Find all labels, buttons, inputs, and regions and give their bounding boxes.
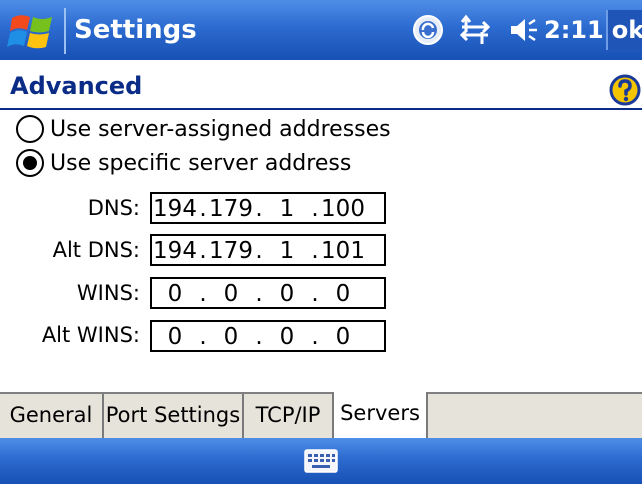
octet-separator: . [255,196,263,222]
keyboard-icon[interactable] [304,448,338,474]
alt-dns-octet-2[interactable]: 179 [208,238,254,264]
radio-server-assigned[interactable]: Use server-assigned addresses [16,112,391,146]
alt-dns-field[interactable]: 194 . 179 . 1 . 101 [150,234,386,266]
radio-label: Use server-assigned addresses [50,116,391,142]
tab-tcp-ip[interactable]: TCP/IP [244,394,334,438]
tab-bar: General Port Settings TCP/IP Servers [0,392,642,440]
alt-dns-label: Alt DNS: [52,238,140,262]
tab-servers[interactable]: Servers [332,392,428,440]
speaker-icon[interactable] [508,14,540,46]
alt-wins-octet-2[interactable]: 0 [208,324,254,350]
octet-separator: . [255,324,263,350]
alt-wins-field[interactable]: 0 . 0 . 0 . 0 [150,320,386,352]
dns-octet-1[interactable]: 194 [152,196,198,222]
page-title: Advanced [10,72,143,100]
dns-octet-2[interactable]: 179 [208,196,254,222]
title-separator [64,8,66,54]
alt-dns-octet-4[interactable]: 101 [320,238,366,264]
octet-separator: . [199,238,207,264]
octet-separator: . [199,281,207,307]
octet-separator: . [255,238,263,264]
app-title: Settings [74,15,197,45]
dns-field[interactable]: 194 . 179 . 1 . 100 [150,192,386,224]
ok-button[interactable]: ok [606,10,642,50]
wins-octet-3[interactable]: 0 [264,281,310,307]
help-icon[interactable] [609,74,641,106]
radio-button[interactable] [16,115,44,143]
alt-wins-octet-1[interactable]: 0 [152,324,198,350]
clock[interactable]: 2:11 [544,14,604,46]
octet-separator: . [311,324,319,350]
header-divider [0,108,642,110]
radio-label: Use specific server address [50,150,352,176]
alt-dns-octet-3[interactable]: 1 [264,238,310,264]
dns-octet-4[interactable]: 100 [320,196,366,222]
radio-button[interactable] [16,149,44,177]
page-header: Advanced [0,60,642,110]
alt-wins-label: Alt WINS: [41,323,140,347]
menu-bar [0,438,642,484]
wins-octet-2[interactable]: 0 [208,281,254,307]
connectivity-icon[interactable] [458,14,492,46]
octet-separator: . [311,238,319,264]
dns-octet-3[interactable]: 1 [264,196,310,222]
wins-octet-4[interactable]: 0 [320,281,366,307]
octet-separator: . [255,281,263,307]
wins-label: WINS: [76,281,140,305]
octet-separator: . [199,324,207,350]
octet-separator: . [311,196,319,222]
tab-general[interactable]: General [0,394,104,438]
sync-icon[interactable] [412,14,444,46]
windows-start-icon[interactable] [6,10,60,52]
tab-port-settings[interactable]: Port Settings [104,394,244,438]
wins-octet-1[interactable]: 0 [152,281,198,307]
wins-field[interactable]: 0 . 0 . 0 . 0 [150,277,386,309]
dns-label: DNS: [87,196,140,220]
octet-separator: . [199,196,207,222]
title-bar: Settings 2:11 ok [0,0,642,60]
alt-wins-octet-3[interactable]: 0 [264,324,310,350]
alt-wins-octet-4[interactable]: 0 [320,324,366,350]
radio-specific-address[interactable]: Use specific server address [16,146,351,180]
octet-separator: . [311,281,319,307]
alt-dns-octet-1[interactable]: 194 [152,238,198,264]
